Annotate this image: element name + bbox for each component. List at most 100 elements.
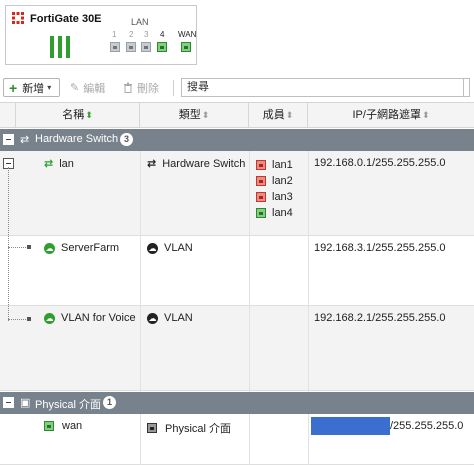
plus-icon: +	[9, 79, 18, 96]
group-label: Physical 介面	[35, 399, 102, 411]
delete-label: 刪除	[137, 82, 159, 95]
column-divider	[140, 414, 141, 465]
pencil-icon: ✎	[70, 82, 80, 94]
ip-netmask: 192.168.2.1/255.255.255.0	[314, 312, 446, 324]
tree-node-icon	[27, 245, 31, 249]
port-down-icon	[256, 176, 266, 186]
interface-name-text: ServerFarm	[61, 242, 120, 254]
table-row[interactable]: ☁ VLAN for Voice ☁ VLAN 192.168.2.1/255.…	[0, 306, 474, 391]
fortinet-logo-icon	[12, 12, 24, 24]
group-count-badge: 1	[103, 396, 116, 409]
interface-name-text: lan	[59, 157, 74, 170]
member-label: lan3	[272, 191, 293, 203]
header-expand-column	[0, 103, 16, 128]
tree-connector	[8, 319, 28, 320]
vlan-icon: ☁	[44, 312, 55, 324]
table-row[interactable]: ☁ ServerFarm ☁ VLAN 192.168.3.1/255.255.…	[0, 236, 474, 306]
member-label: lan2	[272, 175, 293, 187]
lan-port-2-icon[interactable]	[126, 42, 136, 52]
column-divider	[308, 151, 309, 392]
interface-name: ⇄ lan	[44, 157, 74, 171]
interface-type-text: Physical 介面	[165, 423, 232, 435]
edit-label: 編輯	[83, 82, 106, 95]
sort-icon[interactable]: ⬍	[202, 110, 210, 120]
interface-type: Physical 介面	[147, 420, 231, 436]
collapse-toggle-icon[interactable]	[3, 397, 14, 408]
trash-icon	[124, 82, 132, 93]
tree-connector	[8, 247, 28, 248]
group-count-badge: 3	[120, 133, 133, 146]
header-members-label: 成員	[262, 109, 285, 121]
group-header-physical[interactable]: ▣ Physical 介面 1	[0, 392, 474, 414]
interface-type: ⇄ Hardware Switch	[147, 157, 246, 171]
member-item: lan1	[256, 157, 293, 173]
switch-icon: ⇄	[20, 134, 30, 146]
create-label: 新增	[22, 82, 45, 95]
table-row[interactable]: wan Physical 介面 /255.255.255.0	[0, 414, 474, 465]
member-list: lan1 lan2 lan3 lan4	[256, 157, 293, 221]
toolbar: + 新增 ▾ ✎ 編輯 刪除	[0, 78, 474, 98]
tree-node-icon	[27, 317, 31, 321]
search-options[interactable]	[463, 79, 469, 96]
column-divider	[249, 414, 250, 465]
vlan-icon: ☁	[147, 312, 158, 324]
header-name[interactable]: 名稱⬍	[16, 103, 140, 128]
ip-netmask: 192.168.0.1/255.255.255.0	[314, 157, 446, 169]
chevron-down-icon: ▾	[47, 83, 52, 92]
toolbar-divider	[173, 80, 174, 96]
edit-button[interactable]: ✎ 編輯	[70, 78, 105, 97]
column-divider	[249, 151, 250, 392]
port-icon: ▣	[20, 397, 31, 409]
port-number: 4	[160, 30, 165, 39]
lan-port-4-icon[interactable]	[157, 42, 167, 52]
table-row[interactable]: ⇄ lan ⇄ Hardware Switch lan1 lan2 lan3 l…	[0, 151, 474, 236]
interface-type: ☁ VLAN	[147, 242, 193, 254]
vlan-icon: ☁	[44, 242, 55, 254]
column-divider	[140, 151, 141, 392]
interface-name: ☁ VLAN for Voice	[44, 312, 136, 324]
interface-type-text: Hardware Switch	[162, 157, 246, 170]
table-header: 名稱⬍ 類型⬍ 成員⬍ IP/子網路遮罩⬍	[0, 102, 474, 128]
header-name-label: 名稱	[62, 109, 85, 121]
search-input[interactable]	[187, 81, 464, 93]
group-label: Hardware Switch	[35, 133, 119, 145]
header-ip-label: IP/子網路遮罩	[352, 109, 421, 121]
group-header-hardware-switch[interactable]: ⇄ Hardware Switch 3	[0, 129, 474, 151]
delete-button[interactable]: 刪除	[123, 78, 159, 97]
redacted-ip-block	[311, 417, 390, 435]
switch-icon: ⇄	[44, 158, 54, 170]
header-ip[interactable]: IP/子網路遮罩⬍	[308, 103, 474, 128]
interface-name: wan	[44, 420, 82, 432]
lan-group-label: LAN	[131, 17, 149, 27]
switch-icon: ⇄	[147, 158, 157, 170]
create-button[interactable]: + 新增 ▾	[3, 78, 60, 97]
tree-connector	[8, 167, 9, 321]
sort-icon[interactable]: ⬍	[422, 110, 430, 120]
header-members[interactable]: 成員⬍	[249, 103, 308, 128]
search-box[interactable]	[181, 78, 470, 97]
port-down-icon	[256, 160, 266, 170]
device-title: FortiGate 30E	[30, 13, 102, 25]
collapse-toggle-icon[interactable]	[3, 134, 14, 145]
port-up-icon	[256, 208, 266, 218]
interface-name: ☁ ServerFarm	[44, 242, 119, 254]
vlan-icon: ☁	[147, 242, 158, 254]
port-down-icon	[256, 192, 266, 202]
sort-icon[interactable]: ⬍	[85, 110, 93, 120]
member-item: lan3	[256, 189, 293, 205]
member-label: lan4	[272, 207, 293, 219]
header-type-label: 類型	[178, 109, 201, 121]
interface-type-text: VLAN	[164, 312, 193, 324]
wan-port-icon[interactable]	[181, 42, 191, 52]
interface-type-text: VLAN	[164, 242, 193, 254]
column-divider	[308, 414, 309, 465]
interface-name-text: wan	[62, 420, 83, 432]
member-item: lan2	[256, 173, 293, 189]
lan-port-1-icon[interactable]	[110, 42, 120, 52]
sort-icon[interactable]: ⬍	[286, 110, 294, 120]
member-item: lan4	[256, 205, 293, 221]
wan-label: WAN	[178, 30, 197, 39]
device-panel: FortiGate 30E LAN 1 2 3 4 WAN	[5, 5, 197, 65]
header-type[interactable]: 類型⬍	[140, 103, 249, 128]
lan-port-3-icon[interactable]	[141, 42, 151, 52]
